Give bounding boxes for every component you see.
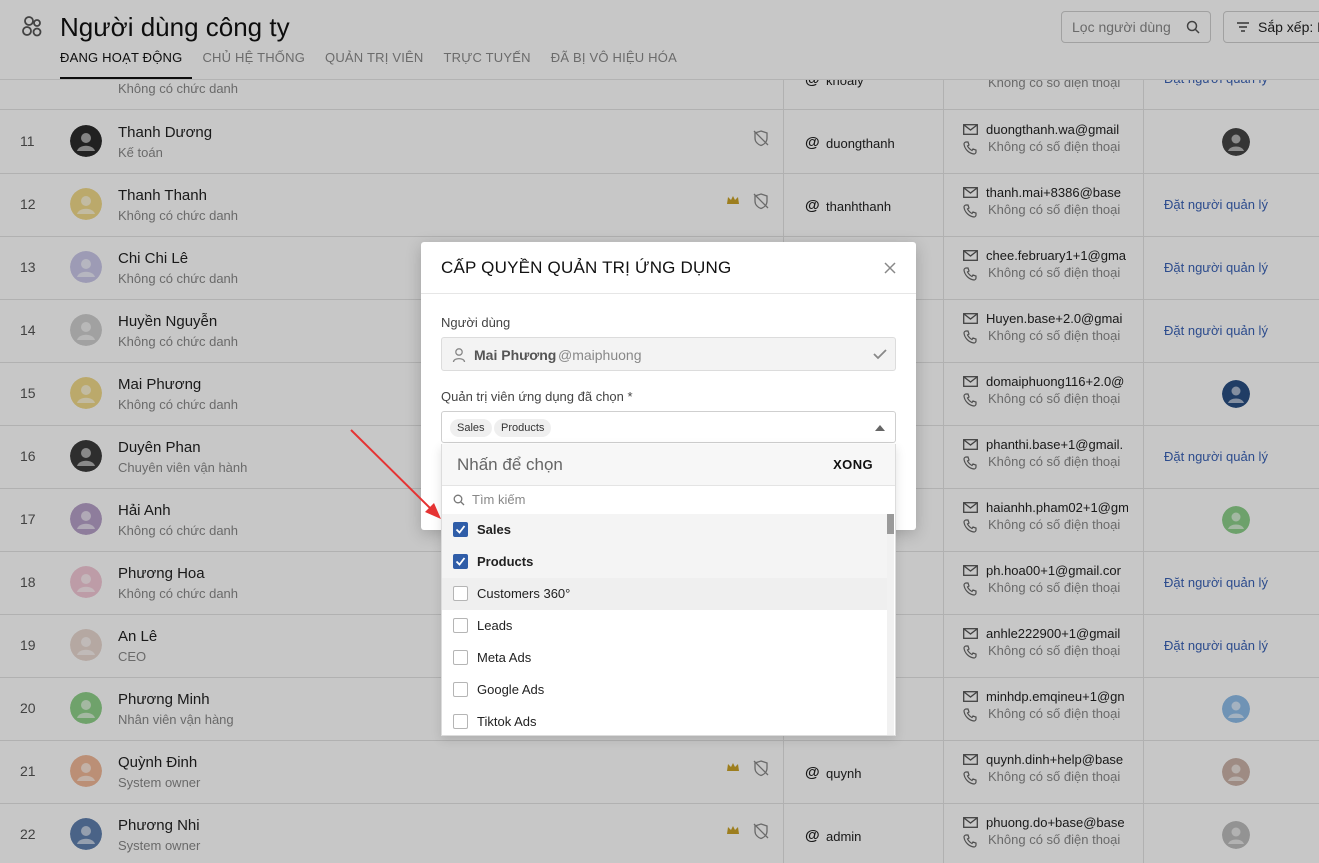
dropdown-search-input[interactable] — [472, 492, 852, 507]
option-label: Products — [477, 554, 534, 569]
dropdown-option[interactable]: Meta Ads — [442, 642, 887, 674]
scrollbar-thumb[interactable] — [887, 514, 894, 534]
done-button[interactable]: XONG — [833, 457, 873, 472]
option-label: Sales — [477, 522, 511, 537]
person-icon — [452, 348, 466, 363]
selected-user-name: Mai Phương — [474, 347, 557, 363]
chip-products[interactable]: Products — [494, 419, 552, 437]
option-label: Meta Ads — [477, 650, 532, 665]
dropdown-option[interactable]: Customers 360° — [442, 578, 887, 610]
apps-select[interactable]: Sales Products — [441, 411, 896, 443]
option-label: Customers 360° — [477, 586, 571, 601]
search-icon — [453, 494, 465, 506]
dropdown-search — [442, 486, 895, 514]
dropdown-placeholder[interactable]: Nhấn để chọn — [457, 455, 563, 475]
option-label: Leads — [477, 618, 513, 633]
selected-user-handle: @maiphuong — [558, 347, 642, 363]
dropdown-option[interactable]: Sales — [442, 514, 887, 546]
checkmark-icon — [455, 557, 466, 566]
modal-title: CẤP QUYỀN QUẢN TRỊ ỨNG DỤNG — [441, 258, 732, 277]
close-icon[interactable] — [882, 260, 898, 276]
option-label: Google Ads — [477, 682, 545, 697]
checkbox[interactable] — [453, 522, 468, 537]
user-field: Mai Phương @maiphuong — [441, 337, 896, 371]
user-label: Người dùng — [441, 315, 511, 330]
chip-sales[interactable]: Sales — [450, 419, 492, 437]
apps-dropdown: Nhấn để chọn XONG Sales Products Custome… — [441, 444, 896, 736]
dropdown-option[interactable]: Tiktok Ads — [442, 706, 887, 735]
dropdown-option[interactable]: Google Ads — [442, 674, 887, 706]
caret-up-icon[interactable] — [875, 425, 885, 431]
checkbox[interactable] — [453, 618, 468, 633]
apps-label: Quản trị viên ứng dụng đã chọn * — [441, 389, 633, 404]
checkbox[interactable] — [453, 554, 468, 569]
checkmark-icon — [455, 525, 466, 534]
check-icon — [873, 349, 887, 360]
option-label: Tiktok Ads — [477, 714, 537, 729]
checkbox[interactable] — [453, 682, 468, 697]
checkbox[interactable] — [453, 714, 468, 729]
checkbox[interactable] — [453, 586, 468, 601]
dropdown-header: Nhấn để chọn XONG — [442, 444, 895, 486]
dropdown-scrollbar[interactable] — [887, 514, 894, 735]
dropdown-option[interactable]: Leads — [442, 610, 887, 642]
dropdown-option[interactable]: Products — [442, 546, 887, 578]
checkbox[interactable] — [453, 650, 468, 665]
